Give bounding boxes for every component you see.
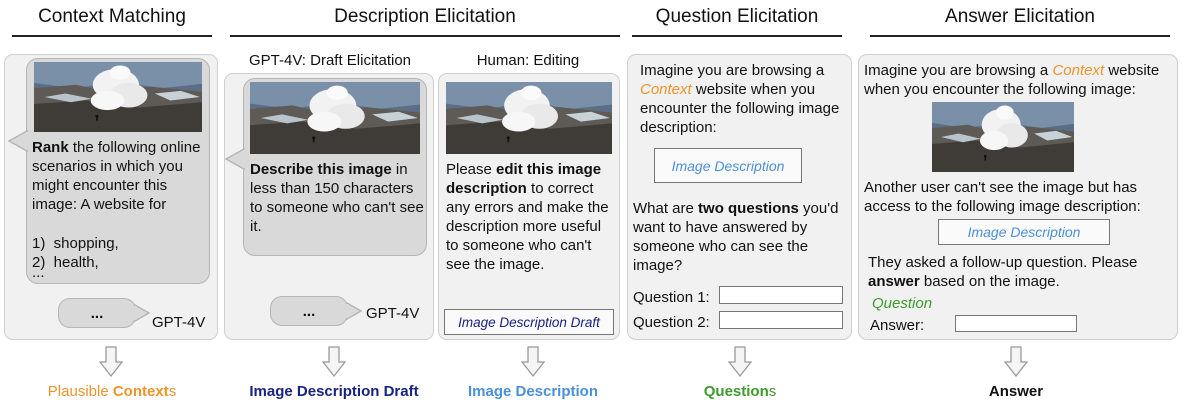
question-1-label: Question 1: bbox=[633, 289, 710, 306]
output-contexts-post: s bbox=[168, 383, 177, 400]
header-context-matching: Context Matching bbox=[38, 6, 186, 27]
answer-ask-post: based on the image. bbox=[923, 273, 1060, 290]
answer-intro-text: Imagine you are browsing a Context websi… bbox=[864, 61, 1176, 99]
question-ask-text: What are two questions you'd want to hav… bbox=[633, 199, 847, 275]
down-arrow-icon bbox=[728, 346, 752, 378]
header-rule bbox=[12, 35, 212, 37]
reply-bubble-tail bbox=[134, 304, 150, 322]
output-image-description-draft: Image Description Draft bbox=[249, 383, 419, 400]
question-placeholder: Question bbox=[872, 295, 933, 312]
model-label: GPT-4V bbox=[152, 314, 206, 331]
header-question-elicitation: Question Elicitation bbox=[655, 6, 819, 27]
context-placeholder: Context bbox=[1052, 62, 1105, 79]
subheader-draft: GPT-4V: Draft Elicitation bbox=[249, 52, 411, 69]
scene-image bbox=[446, 82, 612, 154]
question-intro-pre: Imagine you are browsing a bbox=[640, 62, 825, 79]
answer-intro-pre: Imagine you are browsing a bbox=[864, 62, 1049, 79]
image-description-box: Image Description bbox=[938, 219, 1110, 245]
reply-bubble: ... bbox=[270, 296, 348, 326]
context-placeholder: Context bbox=[640, 81, 692, 98]
rank-prompt-text: Rank the following online scenarios in w… bbox=[32, 138, 207, 214]
draft-bold: Describe this image bbox=[250, 161, 392, 178]
header-answer-elicitation: Answer Elicitation bbox=[945, 6, 1095, 27]
answer-label: Answer: bbox=[870, 317, 925, 334]
answer-access-text: Another user can't see the image but has… bbox=[864, 179, 1141, 215]
question-1-input[interactable] bbox=[719, 286, 843, 304]
down-arrow-icon bbox=[322, 346, 346, 378]
scene-image bbox=[250, 82, 420, 154]
rank-bold: Rank bbox=[32, 139, 69, 156]
down-arrow-icon bbox=[1004, 346, 1028, 378]
down-arrow-icon bbox=[99, 346, 123, 378]
draft-prompt-text: Describe this image in less than 150 cha… bbox=[250, 160, 425, 236]
answer-input[interactable] bbox=[955, 315, 1077, 332]
down-arrow-icon bbox=[521, 346, 545, 378]
question-2-input[interactable] bbox=[719, 311, 843, 329]
scene-image bbox=[34, 62, 202, 132]
output-questions-post: s bbox=[768, 383, 777, 400]
question-ask-bold: two questions bbox=[698, 200, 799, 217]
output-questions-bold: Question bbox=[703, 383, 769, 400]
answer-ask-pre: They asked a follow-up question. Please bbox=[868, 254, 1138, 271]
answer-ask-bold: answer bbox=[868, 273, 920, 290]
header-rule bbox=[632, 35, 842, 37]
model-label: GPT-4V bbox=[366, 305, 420, 322]
header-description-elicitation: Description Elicitation bbox=[334, 6, 516, 27]
scenario-item-more: ... bbox=[32, 264, 45, 281]
answer-ask-text: They asked a follow-up question. Please … bbox=[868, 253, 1168, 291]
question-ask-pre: What are bbox=[633, 200, 694, 217]
output-answer: Answer bbox=[988, 383, 1044, 400]
reply-bubble-tail bbox=[346, 302, 362, 320]
header-rule bbox=[870, 35, 1170, 37]
edit-pre: Please bbox=[446, 161, 492, 178]
draft-description-box: Image Description Draft bbox=[444, 309, 614, 335]
subheader-editing: Human: Editing bbox=[476, 52, 580, 69]
output-contexts-pre: Plausible bbox=[47, 383, 109, 400]
question-2-label: Question 2: bbox=[633, 314, 710, 331]
question-intro-text: Imagine you are browsing a Context websi… bbox=[640, 61, 850, 137]
scene-image bbox=[932, 102, 1074, 172]
bubble-tail bbox=[225, 148, 245, 170]
output-plausible-contexts: Plausible Contexts bbox=[20, 383, 204, 400]
edit-prompt-text: Please edit this image description to co… bbox=[446, 160, 616, 274]
header-rule bbox=[230, 35, 620, 37]
output-contexts-bold: Context bbox=[112, 383, 169, 400]
bubble-tail bbox=[8, 130, 28, 152]
image-description-box: Image Description bbox=[654, 148, 802, 183]
output-questions: Questions bbox=[660, 383, 820, 400]
scenario-item-shopping: 1) shopping, bbox=[32, 235, 119, 252]
reply-bubble: ... bbox=[58, 298, 136, 328]
output-image-description: Image Description bbox=[467, 383, 599, 400]
